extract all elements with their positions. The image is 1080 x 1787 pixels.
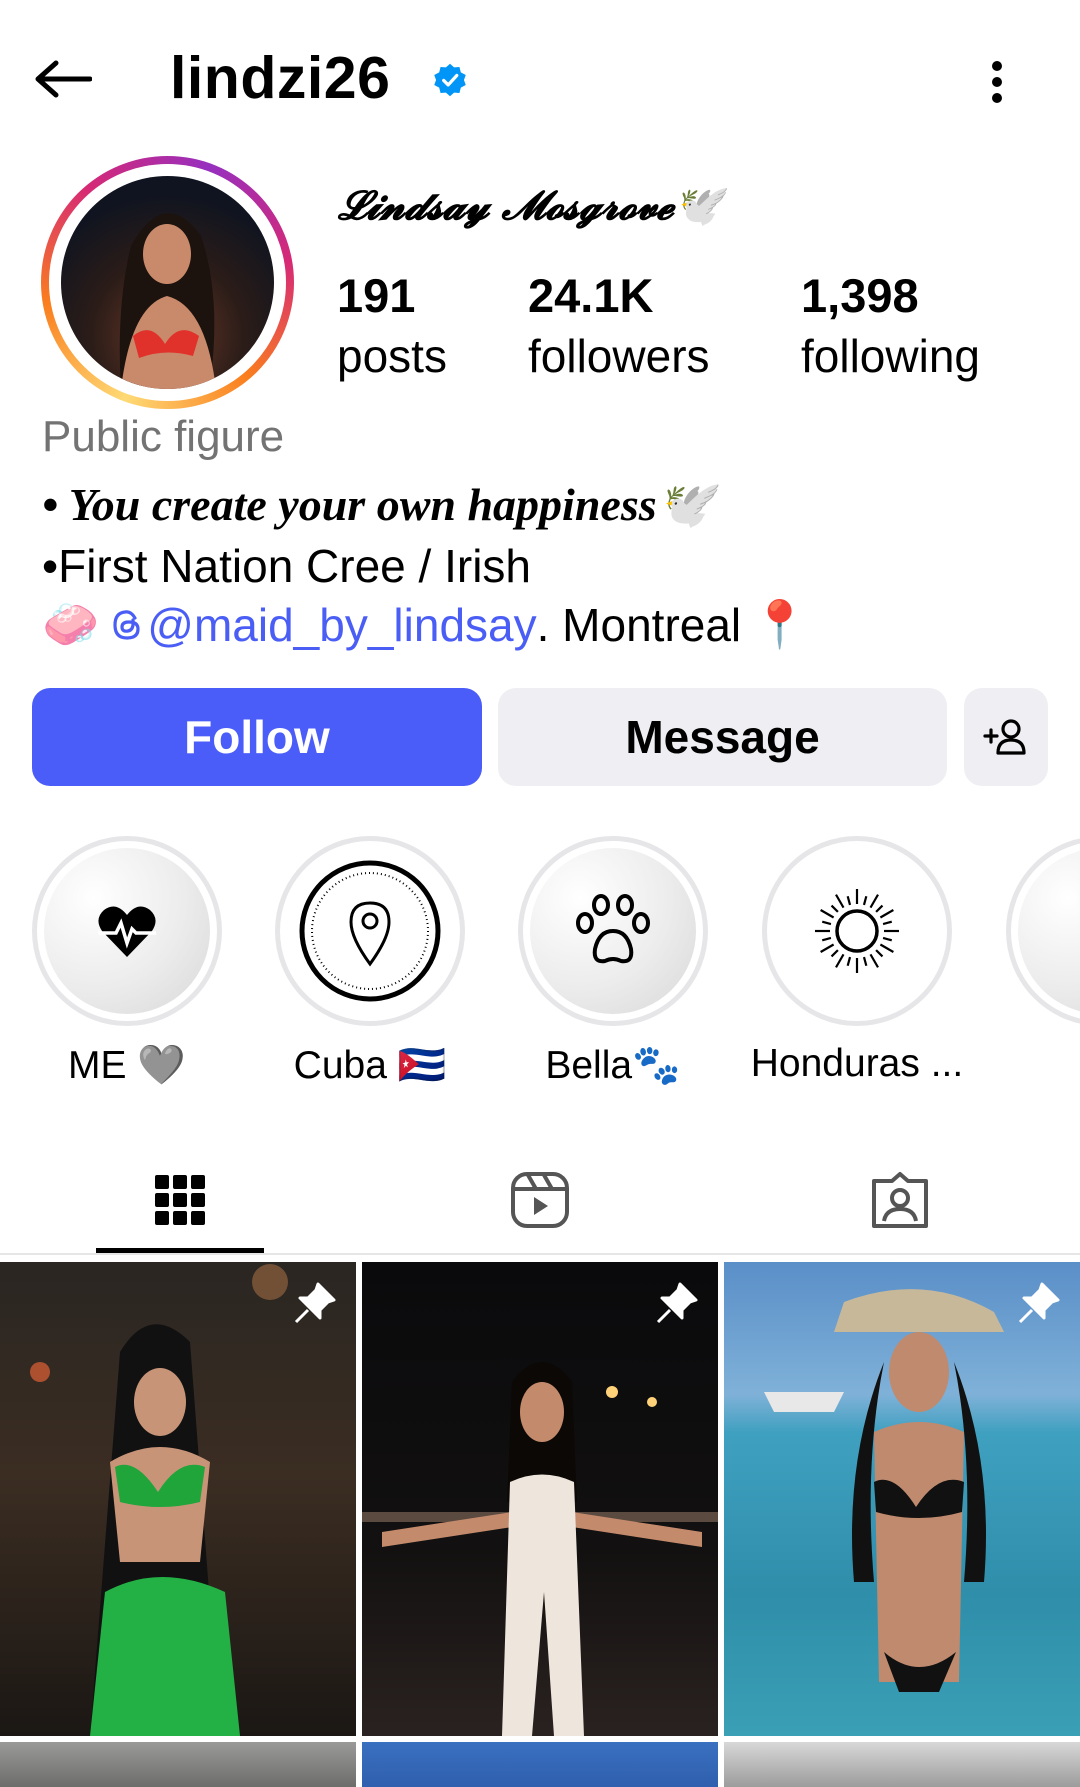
tab-reels[interactable] (360, 1150, 720, 1250)
pin-emoji: 📍 (751, 598, 809, 650)
highlight-label: Cuba 🇨🇺 (293, 1044, 447, 1087)
sun-ray (835, 953, 845, 968)
display-name: 𝓛𝓲𝓷𝓭𝓼𝓪𝔂 𝓜𝓸𝓼𝓰𝓻𝓸𝓿𝓮🕊️ (338, 182, 723, 229)
tagged-icon (872, 1172, 928, 1228)
profile-username: lindzi26 (170, 45, 391, 111)
sun-ray (835, 894, 845, 909)
bio-line-2: •First Nation Cree / Irish (42, 540, 531, 592)
highlight-label: ME 🩶 (68, 1044, 186, 1087)
stat-value: 191 (337, 269, 416, 322)
avatar-photo (61, 176, 274, 389)
threads-mention-link[interactable]: @maid_by_lindsay (109, 598, 537, 652)
sun-ray (862, 895, 868, 906)
sun-ray (846, 895, 852, 906)
stat-value: 1,398 (801, 269, 919, 322)
highlight-label: Bella🐾 (545, 1044, 681, 1087)
highlight-me[interactable]: ME 🩶 (7, 836, 247, 1088)
post-thumbnail[interactable] (362, 1262, 718, 1736)
sun-ray (879, 943, 894, 953)
heartbeat-icon (98, 906, 156, 957)
profile-avatar[interactable] (41, 156, 294, 409)
message-button[interactable]: Message (498, 688, 947, 786)
stat-label: following (801, 330, 980, 382)
dove-emoji: 🕊️ (656, 479, 714, 530)
back-button[interactable] (28, 48, 98, 110)
tab-posts[interactable] (0, 1150, 360, 1250)
highlight-cuba[interactable]: Cuba 🇨🇺 (250, 836, 490, 1088)
arrow-left-icon (35, 60, 92, 98)
sun-ray (869, 894, 879, 909)
post-thumbnail[interactable] (724, 1742, 1080, 1787)
sun-ray (820, 943, 835, 953)
sun-ray (821, 936, 832, 942)
stat-label: followers (528, 330, 710, 382)
stat-value: 24.1K (528, 269, 654, 322)
post-thumbnail[interactable] (0, 1262, 356, 1736)
post-thumbnail[interactable] (724, 1262, 1080, 1736)
location-pin-icon (299, 860, 441, 1002)
sun-ray (882, 920, 893, 926)
sun-ray (875, 904, 884, 913)
stat-followers[interactable]: 24.1K followers (528, 268, 710, 388)
highlight-partial[interactable]: D (981, 836, 1080, 1086)
sun-ray (875, 949, 884, 958)
sun-ray (820, 909, 835, 919)
highlight-bella[interactable]: Bella🐾 (493, 836, 733, 1088)
follow-button[interactable]: Follow (32, 688, 482, 786)
highlight-label: D (981, 1042, 1080, 1086)
add-person-icon (983, 719, 1026, 755)
sun-ray (869, 953, 879, 968)
verified-badge-icon (434, 63, 466, 97)
sun-ray (862, 956, 868, 967)
post-thumbnail[interactable] (362, 1742, 718, 1787)
more-options-button[interactable] (975, 52, 1019, 112)
tab-tagged[interactable] (720, 1150, 1080, 1250)
tab-divider (0, 1253, 1080, 1255)
post-thumbnail[interactable] (0, 1742, 356, 1787)
sun-ray (879, 909, 894, 919)
stat-label: posts (337, 330, 447, 382)
profile-category: Public figure (42, 412, 285, 461)
highlight-label: Honduras ... (750, 1042, 964, 1085)
location-text: . Montreal (536, 598, 742, 651)
sun-icon (815, 889, 899, 973)
sun-ray (846, 956, 852, 967)
threads-icon (113, 609, 140, 640)
grid-icon (155, 1175, 205, 1225)
sun-ray (882, 936, 893, 942)
paw-icon (576, 894, 650, 964)
pinned-icon (656, 1282, 698, 1324)
sun-ray (830, 904, 839, 913)
bio-line-1: • You create your own happiness🕊️ (42, 479, 714, 530)
highlight-honduras[interactable]: Honduras ... (737, 836, 977, 1086)
suggested-accounts-button[interactable] (964, 688, 1048, 786)
stat-posts[interactable]: 191 posts (337, 268, 447, 388)
stat-following[interactable]: 1,398 following (801, 268, 980, 388)
pinned-icon (294, 1282, 336, 1324)
pinned-icon (1018, 1282, 1060, 1324)
more-vertical-icon (992, 61, 1002, 103)
sun-ray (830, 949, 839, 958)
bio-line-3: 🧼 @maid_by_lindsay . Montreal 📍 (42, 597, 808, 652)
soap-emoji: 🧼 (42, 598, 100, 650)
reels-icon (511, 1172, 569, 1228)
sun-ray (821, 920, 832, 926)
dove-emoji: 🕊️ (672, 182, 723, 229)
